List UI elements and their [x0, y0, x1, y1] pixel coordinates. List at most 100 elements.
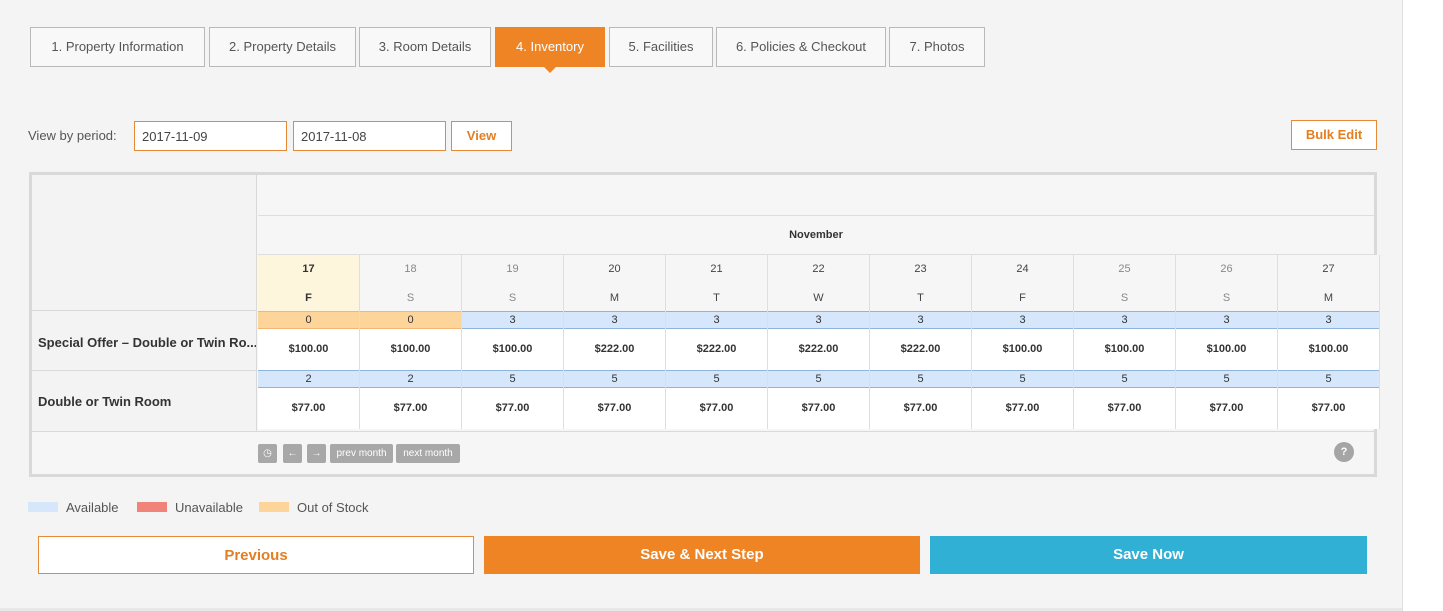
availability-count[interactable]: 3 [1074, 311, 1175, 329]
tab-5[interactable]: 5. Facilities [609, 27, 713, 67]
room-price[interactable]: $100.00 [462, 329, 563, 370]
inventory-cell[interactable]: 3 $222.00 [768, 311, 870, 370]
availability-count[interactable]: 3 [1176, 311, 1277, 329]
inventory-cell[interactable]: 3 $100.00 [1278, 311, 1380, 370]
room-price[interactable]: $100.00 [972, 329, 1073, 370]
availability-count[interactable]: 3 [972, 311, 1073, 329]
legend-label: Available [66, 500, 119, 515]
inventory-cell[interactable]: 2 $77.00 [258, 370, 360, 429]
room-price[interactable]: $77.00 [564, 388, 665, 429]
inventory-cell[interactable]: 5 $77.00 [870, 370, 972, 429]
room-price[interactable]: $100.00 [1278, 329, 1379, 370]
room-price[interactable]: $77.00 [768, 388, 869, 429]
room-price[interactable]: $77.00 [666, 388, 767, 429]
tab-7[interactable]: 7. Photos [889, 27, 985, 67]
inventory-cell[interactable]: 5 $77.00 [972, 370, 1074, 429]
inventory-cell[interactable]: 3 $222.00 [564, 311, 666, 370]
availability-count[interactable]: 3 [1278, 311, 1379, 329]
room-price[interactable]: $77.00 [1278, 388, 1379, 429]
availability-count[interactable]: 3 [564, 311, 665, 329]
day-weekday: S [508, 292, 517, 304]
room-price[interactable]: $100.00 [258, 329, 359, 370]
save-next-step-button[interactable]: Save & Next Step [484, 536, 920, 574]
tab-4[interactable]: 4. Inventory [495, 27, 605, 73]
room-price[interactable]: $77.00 [360, 388, 461, 429]
tab-1[interactable]: 1. Property Information [30, 27, 205, 67]
availability-count[interactable]: 5 [1176, 370, 1277, 388]
inventory-cell[interactable]: 5 $77.00 [462, 370, 564, 429]
inventory-cell[interactable]: 3 $100.00 [1176, 311, 1278, 370]
day-header: 25 S [1074, 255, 1176, 311]
next-month-button[interactable]: next month [396, 444, 460, 463]
room-column-header [32, 175, 257, 311]
inventory-cell[interactable]: 0 $100.00 [360, 311, 462, 370]
inventory-cell[interactable]: 5 $77.00 [564, 370, 666, 429]
next-arrow-icon[interactable]: → [307, 444, 326, 463]
previous-button[interactable]: Previous [38, 536, 474, 574]
inventory-cell[interactable]: 3 $222.00 [870, 311, 972, 370]
prev-arrow-icon[interactable]: ← [283, 444, 302, 463]
room-price[interactable]: $100.00 [1074, 329, 1175, 370]
inventory-cell[interactable]: 5 $77.00 [1176, 370, 1278, 429]
inventory-cell[interactable]: 0 $100.00 [258, 311, 360, 370]
availability-count[interactable]: 5 [462, 370, 563, 388]
tab-6[interactable]: 6. Policies & Checkout [716, 27, 886, 67]
period-to-input[interactable] [293, 121, 446, 151]
inventory-cell[interactable]: 3 $100.00 [1074, 311, 1176, 370]
day-header: 24 F [972, 255, 1074, 311]
save-now-button[interactable]: Save Now [930, 536, 1367, 574]
room-price[interactable]: $77.00 [972, 388, 1073, 429]
availability-count[interactable]: 5 [666, 370, 767, 388]
month-band: November [258, 215, 1374, 255]
availability-count[interactable]: 5 [1278, 370, 1379, 388]
day-number: 17 [302, 263, 315, 275]
today-clock-icon[interactable]: ◷ [258, 444, 277, 463]
day-number: 20 [608, 263, 621, 275]
room-price[interactable]: $222.00 [870, 329, 971, 370]
room-price[interactable]: $222.00 [768, 329, 869, 370]
availability-count[interactable]: 3 [462, 311, 563, 329]
help-icon[interactable]: ? [1334, 442, 1354, 462]
day-weekday: S [1120, 292, 1129, 304]
availability-count[interactable]: 5 [564, 370, 665, 388]
inventory-cell[interactable]: 5 $77.00 [1278, 370, 1380, 429]
bulk-edit-button[interactable]: Bulk Edit [1291, 120, 1377, 150]
room-price[interactable]: $100.00 [1176, 329, 1277, 370]
prev-month-button[interactable]: prev month [330, 444, 393, 463]
availability-count[interactable]: 5 [870, 370, 971, 388]
room-price[interactable]: $222.00 [564, 329, 665, 370]
availability-count[interactable]: 0 [258, 311, 359, 329]
inventory-cell[interactable]: 5 $77.00 [666, 370, 768, 429]
inventory-cell[interactable]: 3 $100.00 [462, 311, 564, 370]
day-number: 27 [1322, 263, 1335, 275]
availability-count[interactable]: 5 [972, 370, 1073, 388]
room-price[interactable]: $77.00 [462, 388, 563, 429]
room-price[interactable]: $77.00 [870, 388, 971, 429]
room-price[interactable]: $77.00 [258, 388, 359, 429]
view-button[interactable]: View [451, 121, 512, 151]
inventory-cell[interactable]: 2 $77.00 [360, 370, 462, 429]
inventory-cell[interactable]: 5 $77.00 [768, 370, 870, 429]
availability-count[interactable]: 0 [360, 311, 461, 329]
inventory-cell[interactable]: 3 $222.00 [666, 311, 768, 370]
inventory-cell[interactable]: 5 $77.00 [1074, 370, 1176, 429]
inventory-cell[interactable]: 3 $100.00 [972, 311, 1074, 370]
room-price[interactable]: $77.00 [1176, 388, 1277, 429]
tab-2[interactable]: 2. Property Details [209, 27, 356, 67]
room-price[interactable]: $222.00 [666, 329, 767, 370]
legend-swatch [137, 502, 167, 512]
availability-count[interactable]: 5 [768, 370, 869, 388]
day-number: 19 [506, 263, 519, 275]
availability-count[interactable]: 5 [1074, 370, 1175, 388]
availability-count[interactable]: 3 [666, 311, 767, 329]
availability-count[interactable]: 2 [258, 370, 359, 388]
period-from-input[interactable] [134, 121, 287, 151]
tab-3[interactable]: 3. Room Details [359, 27, 491, 67]
availability-count[interactable]: 3 [768, 311, 869, 329]
availability-count[interactable]: 2 [360, 370, 461, 388]
room-price[interactable]: $77.00 [1074, 388, 1175, 429]
day-weekday: T [917, 292, 924, 304]
room-price[interactable]: $100.00 [360, 329, 461, 370]
availability-count[interactable]: 3 [870, 311, 971, 329]
day-header: 20 M [564, 255, 666, 311]
